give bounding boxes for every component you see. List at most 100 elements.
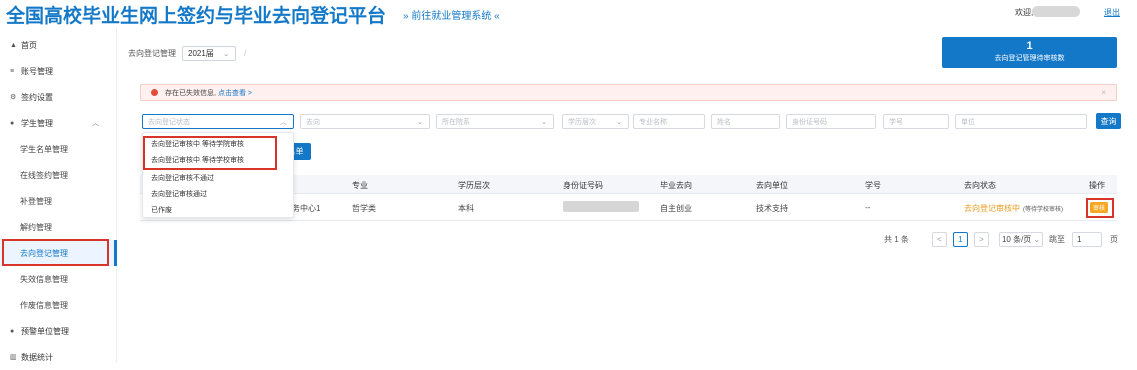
sidebar-item-label: 学生管理 [21, 118, 53, 128]
chevron-up-icon: ︿ [92, 120, 99, 127]
level-select-placeholder: 学历层次 [568, 118, 596, 126]
sidebar-item-warning-units[interactable]: ● 预警单位管理 [0, 318, 115, 344]
id-number-input[interactable]: 身份证号码 [786, 114, 876, 129]
pagination-total: 共 1 条 [884, 235, 909, 244]
dropdown-option-rejected[interactable]: 去向登记审核不通过 [151, 173, 214, 183]
welcome-text: 欢迎, [1015, 8, 1034, 17]
sidebar-item-label: 预警单位管理 [21, 326, 69, 336]
page-size-select[interactable]: 10 条/页 ⌄ [999, 232, 1043, 247]
cell-major: 哲学类 [352, 204, 376, 213]
close-icon[interactable]: × [1101, 88, 1106, 97]
name-input[interactable]: 姓名 [711, 114, 780, 129]
header-student-no: 学号 [865, 181, 881, 190]
header-level: 学历层次 [458, 181, 490, 190]
header-action: 操作 [1089, 181, 1105, 190]
status-note: (等待学校审核) [1023, 207, 1063, 213]
destination-select[interactable]: 去向 ⌄ [300, 114, 430, 129]
sidebar-item-invalid-info[interactable]: 失效信息管理 [0, 266, 115, 292]
alert-view-link[interactable]: 点击查看 > [218, 88, 252, 98]
college-select-placeholder: 所在院系 [442, 118, 470, 126]
level-select[interactable]: 学历层次 ⌄ [562, 114, 629, 129]
sidebar-item-label: 学生名单管理 [20, 144, 68, 154]
sidebar-item-label: 作废信息管理 [20, 300, 68, 310]
sidebar: ▲ 首页 ≡ 账号管理 ⚙ 签约设置 ● 学生管理 ︿ 学生名单管理 在线签约管… [0, 28, 117, 363]
id-number-input-placeholder: 身份证号码 [792, 118, 827, 126]
student-no-input[interactable]: 学号 [883, 114, 949, 129]
logout-link[interactable]: 退出 [1104, 7, 1120, 18]
dropdown-option-voided[interactable]: 已作废 [151, 205, 172, 215]
header-status: 去向状态 [964, 181, 996, 190]
sidebar-item-online-signing[interactable]: 在线签约管理 [0, 162, 115, 188]
student-no-input-placeholder: 学号 [889, 118, 903, 126]
cell-student-no: -- [865, 203, 871, 212]
menu-icon: ≡ [10, 67, 15, 75]
unit-input-placeholder: 单位 [961, 118, 975, 126]
sidebar-item-student-management[interactable]: ● 学生管理 ︿ [0, 110, 115, 136]
chevron-down-icon: ⌄ [417, 118, 423, 126]
breadcrumb-separator: / [244, 49, 247, 58]
pending-review-card[interactable]: 1 去向登记管理待审核数 [942, 37, 1117, 68]
header-unit: 去向单位 [756, 181, 788, 190]
settings-icon: ⚙ [10, 94, 17, 101]
sidebar-item-label: 签约设置 [21, 92, 53, 102]
sidebar-item-label: 失效信息管理 [20, 274, 68, 284]
chevron-down-icon: ⌄ [223, 50, 229, 58]
chevron-down-icon: ⌄ [541, 118, 547, 126]
unit-input[interactable]: 单位 [955, 114, 1087, 129]
next-page-button[interactable]: > [974, 232, 989, 247]
year-select-value: 2021届 [188, 49, 214, 58]
sidebar-item-label: 解约管理 [20, 222, 52, 232]
page-1-button[interactable]: 1 [953, 232, 968, 247]
chevron-down-icon: ⌄ [616, 118, 622, 126]
active-indicator [114, 240, 117, 266]
chevron-down-icon: ⌄ [1033, 235, 1041, 244]
chevron-up-icon: ︿ [280, 118, 287, 126]
highlight-box-sidebar [2, 239, 109, 266]
college-select[interactable]: 所在院系 ⌄ [436, 114, 554, 129]
id-number-redacted [563, 201, 639, 212]
sidebar-item-label: 在线签约管理 [20, 170, 68, 180]
breadcrumb: 去向登记管理 2021届 ⌄ / [128, 46, 246, 61]
sidebar-item-label: 数据统计 [21, 352, 53, 362]
name-input-placeholder: 姓名 [717, 118, 731, 126]
sidebar-item-statistics[interactable]: ▥ 数据统计 [0, 344, 115, 370]
jump-to-employment-link[interactable]: » 前往就业管理系统 « [403, 7, 500, 22]
status-text: 去向登记审核中 [964, 204, 1020, 213]
query-button[interactable]: 查询 [1096, 113, 1121, 129]
home-icon: ▲ [10, 41, 17, 49]
sidebar-item-label: 首页 [21, 40, 37, 50]
sidebar-item-termination[interactable]: 解约管理 [0, 214, 115, 240]
sidebar-item-home[interactable]: ▲ 首页 [0, 32, 115, 58]
cell-destination: 自主创业 [660, 204, 692, 213]
invalid-info-alert: 存在已失效信息, 点击查看 > × [140, 84, 1117, 101]
error-dot-icon [151, 89, 158, 96]
sidebar-item-student-list[interactable]: 学生名单管理 [0, 136, 115, 162]
sidebar-item-label: 账号管理 [21, 66, 53, 76]
jump-page-input[interactable]: 1 [1072, 232, 1102, 247]
dropdown-option-approved[interactable]: 去向登记审核通过 [151, 189, 207, 199]
alert-text: 存在已失效信息, [165, 89, 216, 97]
breadcrumb-label: 去向登记管理 [128, 49, 176, 58]
header-id-number: 身份证号码 [563, 181, 603, 190]
chart-icon: ▥ [10, 354, 17, 361]
cell-level: 本科 [458, 204, 474, 213]
username-redacted [1032, 6, 1080, 17]
page-suffix: 页 [1110, 235, 1118, 244]
sidebar-item-accounts[interactable]: ≡ 账号管理 [0, 58, 115, 84]
year-select[interactable]: 2021届 ⌄ [182, 46, 236, 61]
sidebar-item-signing-settings[interactable]: ⚙ 签约设置 [0, 84, 115, 110]
status-select-placeholder: 去向登记状态 [148, 118, 190, 126]
jump-label: 跳至 [1049, 235, 1065, 244]
major-input-placeholder: 专业名称 [639, 118, 667, 126]
status-select[interactable]: 去向登记状态 ︿ [142, 114, 294, 129]
sidebar-item-void-info[interactable]: 作废信息管理 [0, 292, 115, 318]
user-icon: ● [10, 119, 15, 127]
cell-status: 去向登记审核中 (等待学校审核) [964, 203, 1063, 214]
sidebar-item-supplement[interactable]: 补登管理 [0, 188, 115, 214]
destination-select-placeholder: 去向 [306, 118, 320, 126]
prev-page-button[interactable]: < [932, 232, 947, 247]
major-input[interactable]: 专业名称 [633, 114, 705, 129]
pending-review-label: 去向登记管理待审核数 [994, 55, 1065, 62]
highlight-box-audit [1086, 198, 1114, 218]
header-major: 专业 [352, 181, 368, 190]
